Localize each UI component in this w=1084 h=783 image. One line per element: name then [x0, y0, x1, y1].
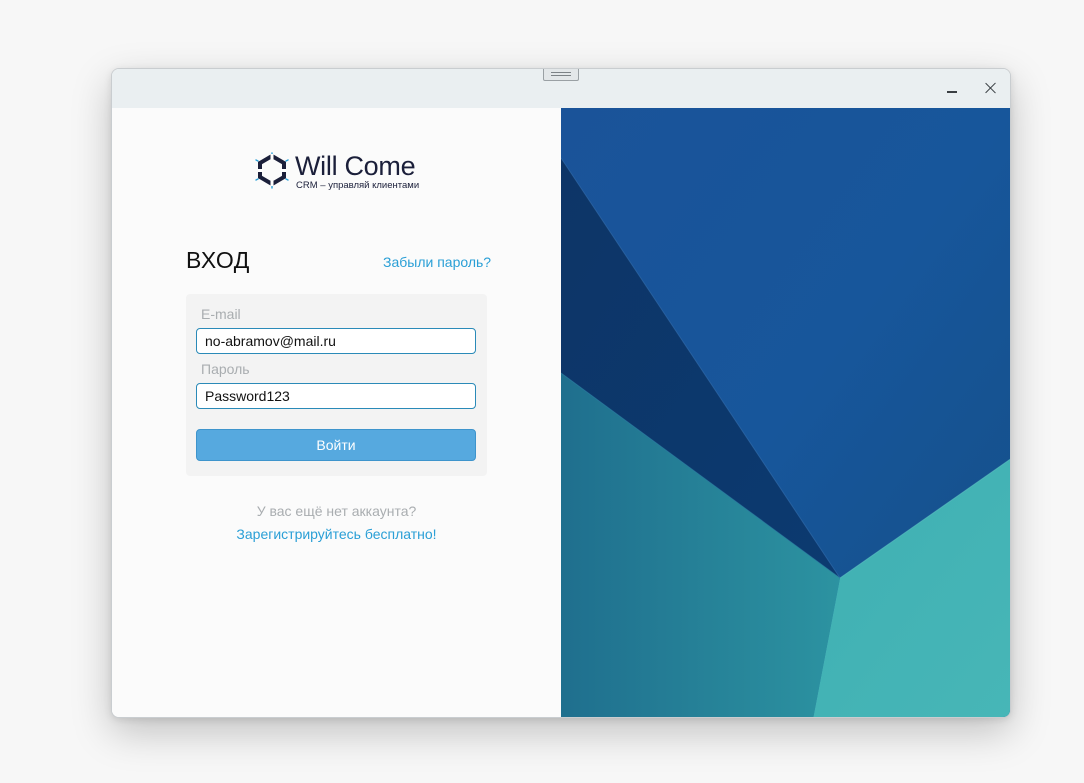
- logo-title: Will Come: [295, 151, 416, 181]
- register-link[interactable]: Зарегистрируйтесь бесплатно!: [112, 526, 561, 542]
- minimize-button[interactable]: [939, 77, 965, 99]
- decorative-background: [561, 108, 1010, 717]
- email-field[interactable]: no-abramov@mail.ru: [196, 328, 476, 354]
- password-label: Пароль: [201, 361, 250, 377]
- logo-mark-icon: [255, 152, 289, 189]
- app-window: Will Come CRM – управляй клиентами ВХОД …: [111, 68, 1011, 718]
- login-form: E-mail no-abramov@mail.ru Пароль Passwor…: [186, 294, 487, 476]
- no-account-text: У вас ещё нет аккаунта?: [256, 503, 417, 519]
- forgot-password-link[interactable]: Забыли пароль?: [383, 254, 491, 270]
- close-button[interactable]: [978, 77, 1004, 99]
- drag-handle[interactable]: [543, 69, 579, 81]
- login-heading: ВХОД: [186, 247, 250, 273]
- password-field[interactable]: Password123: [196, 383, 476, 409]
- minimize-icon: [947, 91, 957, 93]
- title-bar[interactable]: [112, 69, 1010, 108]
- logo: Will Come CRM – управляй клиентами: [255, 150, 425, 195]
- geometric-background-graphic: [561, 108, 1010, 717]
- login-panel: Will Come CRM – управляй клиентами ВХОД …: [112, 108, 561, 717]
- login-button[interactable]: Войти: [196, 429, 476, 461]
- email-label: E-mail: [201, 306, 241, 322]
- logo-subtitle: CRM – управляй клиентами: [296, 180, 420, 191]
